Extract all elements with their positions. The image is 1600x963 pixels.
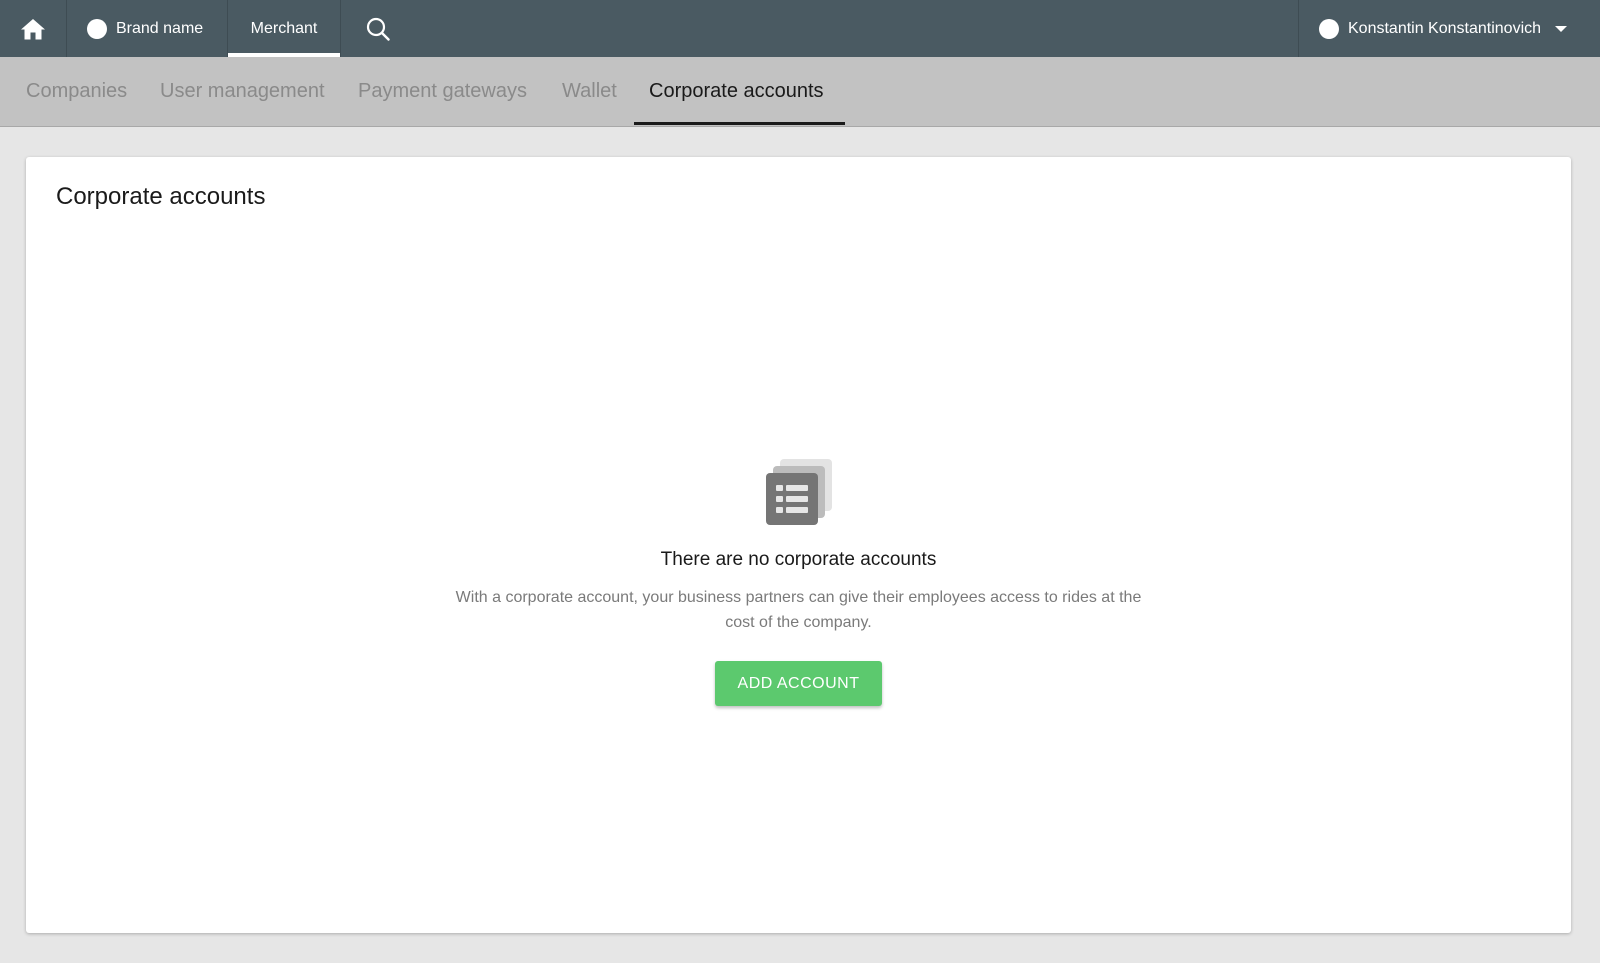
tab-wallet[interactable]: Wallet	[562, 57, 617, 126]
sub-navigation: Companies User management Payment gatewa…	[0, 57, 1600, 127]
empty-state-description: With a corporate account, your business …	[455, 589, 1142, 631]
content-card: Corporate accounts There are no corporat…	[26, 157, 1571, 933]
search-button[interactable]	[341, 0, 415, 57]
merchant-tab[interactable]: Merchant	[228, 0, 340, 57]
home-button[interactable]	[0, 0, 67, 57]
user-name: Konstantin Konstantinovich	[1348, 19, 1542, 37]
brand-label: Brand name	[116, 19, 204, 37]
top-bar: Brand name Merchant Konstantin Konstanti…	[0, 0, 1600, 57]
active-tab-indicator	[634, 122, 845, 125]
merchant-label: Merchant	[250, 19, 318, 37]
add-account-button[interactable]: ADD ACCOUNT	[715, 661, 882, 706]
tab-payment-gateways[interactable]: Payment gateways	[358, 57, 527, 126]
tab-user-management[interactable]: User management	[160, 57, 325, 126]
brand-logo	[87, 18, 107, 39]
search-icon	[366, 17, 390, 41]
empty-state: There are no corporate accounts With a c…	[26, 457, 1571, 706]
user-menu[interactable]: Konstantin Konstantinovich	[1299, 0, 1600, 57]
list-stack-icon	[765, 459, 832, 525]
tab-companies[interactable]: Companies	[26, 57, 127, 126]
page-title: Corporate accounts	[56, 183, 266, 210]
home-icon	[21, 18, 45, 39]
chevron-down-icon	[1555, 25, 1568, 32]
empty-state-heading: There are no corporate accounts	[660, 549, 937, 570]
tab-corporate-accounts[interactable]: Corporate accounts	[649, 57, 824, 126]
avatar	[1319, 18, 1339, 39]
brand-selector[interactable]: Brand name	[67, 0, 227, 57]
